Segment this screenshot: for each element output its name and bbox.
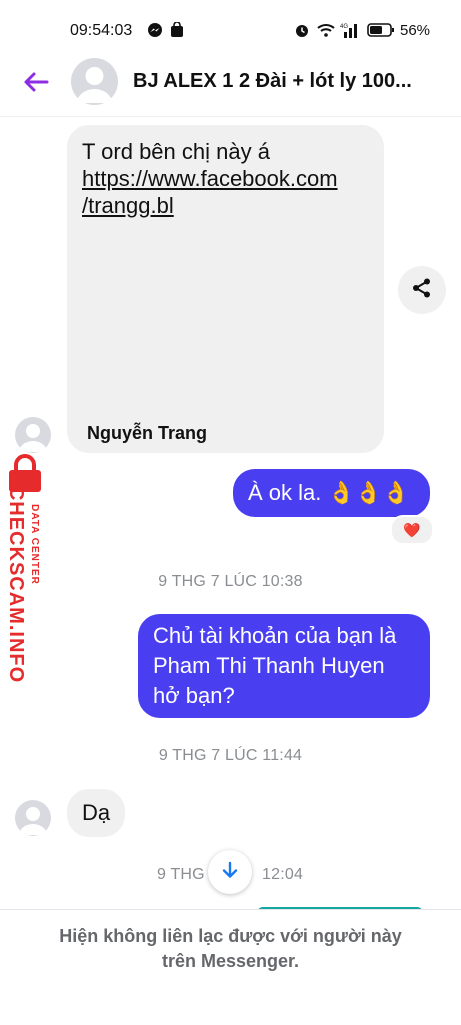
unavailable-notice: Hiện không liên lạc được với người này t… [0, 909, 461, 1025]
alarm-icon [294, 22, 310, 38]
shared-profile-name: Nguyễn Trang [87, 423, 208, 443]
shopping-bag-icon [170, 22, 184, 38]
message-text: Chủ tài khoản của bạn là Pham Thi Thanh … [153, 621, 425, 711]
share-button[interactable] [398, 266, 446, 314]
checkscam-watermark: CHECKSCAM.INFO DATA CENTER [0, 454, 52, 683]
message-timestamp: 9 THG 7 LÚC 11:44 [158, 747, 303, 764]
message-list[interactable]: T ord bên chị này á https://www.facebook… [0, 117, 461, 917]
link-share-card[interactable]: T ord bên chị này á https://www.facebook… [67, 125, 384, 453]
sender-avatar[interactable] [15, 417, 51, 453]
message-timestamp: 9 THG 7 LÚC 10:38 [158, 573, 303, 590]
svg-text:4G: 4G [340, 24, 348, 30]
battery-percent: 56% [400, 22, 431, 39]
unavailable-text: Hiện không liên lạc được với người này t… [40, 924, 421, 974]
url-link-continued[interactable]: /trangg.bl [82, 192, 372, 219]
sender-avatar[interactable] [15, 800, 51, 836]
message-line: Chủ tài khoản của bạn là [153, 623, 397, 648]
contact-avatar[interactable] [71, 58, 118, 105]
watermark-subtext: DATA CENTER [28, 503, 40, 585]
message-line: hở bạn? [153, 683, 235, 708]
back-arrow-icon[interactable] [20, 66, 52, 98]
outgoing-message[interactable]: À ok la. 👌👌👌 [233, 469, 430, 517]
messenger-icon [147, 22, 163, 38]
timestamp-right: 12:04 [262, 866, 304, 883]
wifi-icon [317, 22, 335, 38]
timestamp-left: 9 THG [157, 866, 205, 883]
share-icon [411, 277, 433, 304]
chat-header: BJ ALEX 1 2 Đài + lót ly 100... [0, 56, 461, 117]
battery-icon [367, 22, 395, 38]
heart-reaction[interactable]: ❤️ [390, 515, 434, 545]
notice-line: trên Messenger. [161, 951, 300, 971]
message-text: À ok la. 👌👌👌 [248, 480, 410, 505]
link-card-text: T ord bên chị này á https://www.facebook… [82, 138, 372, 219]
message-text: T ord bên chị này á [82, 139, 270, 164]
incoming-message[interactable]: Dạ [67, 789, 125, 837]
message-text: Dạ [82, 800, 111, 825]
status-bar: 09:54:03 4G 56% [0, 0, 461, 56]
notice-line: Hiện không liên lạc được với người này [59, 926, 402, 946]
scroll-to-bottom-button[interactable] [208, 850, 252, 894]
signal-icon: 4G [340, 22, 360, 38]
status-time: 09:54:03 [70, 22, 133, 39]
arrow-down-icon [220, 860, 240, 885]
watermark-text: CHECKSCAM.INFO [5, 485, 28, 683]
contact-name[interactable]: BJ ALEX 1 2 Đài + lót ly 100... [133, 70, 448, 93]
outgoing-message[interactable]: Chủ tài khoản của bạn là Pham Thi Thanh … [138, 614, 430, 718]
heart-icon: ❤️ [403, 522, 421, 538]
url-link[interactable]: https://www.facebook.com [82, 165, 372, 192]
message-line: Pham Thi Thanh Huyen [153, 653, 385, 678]
